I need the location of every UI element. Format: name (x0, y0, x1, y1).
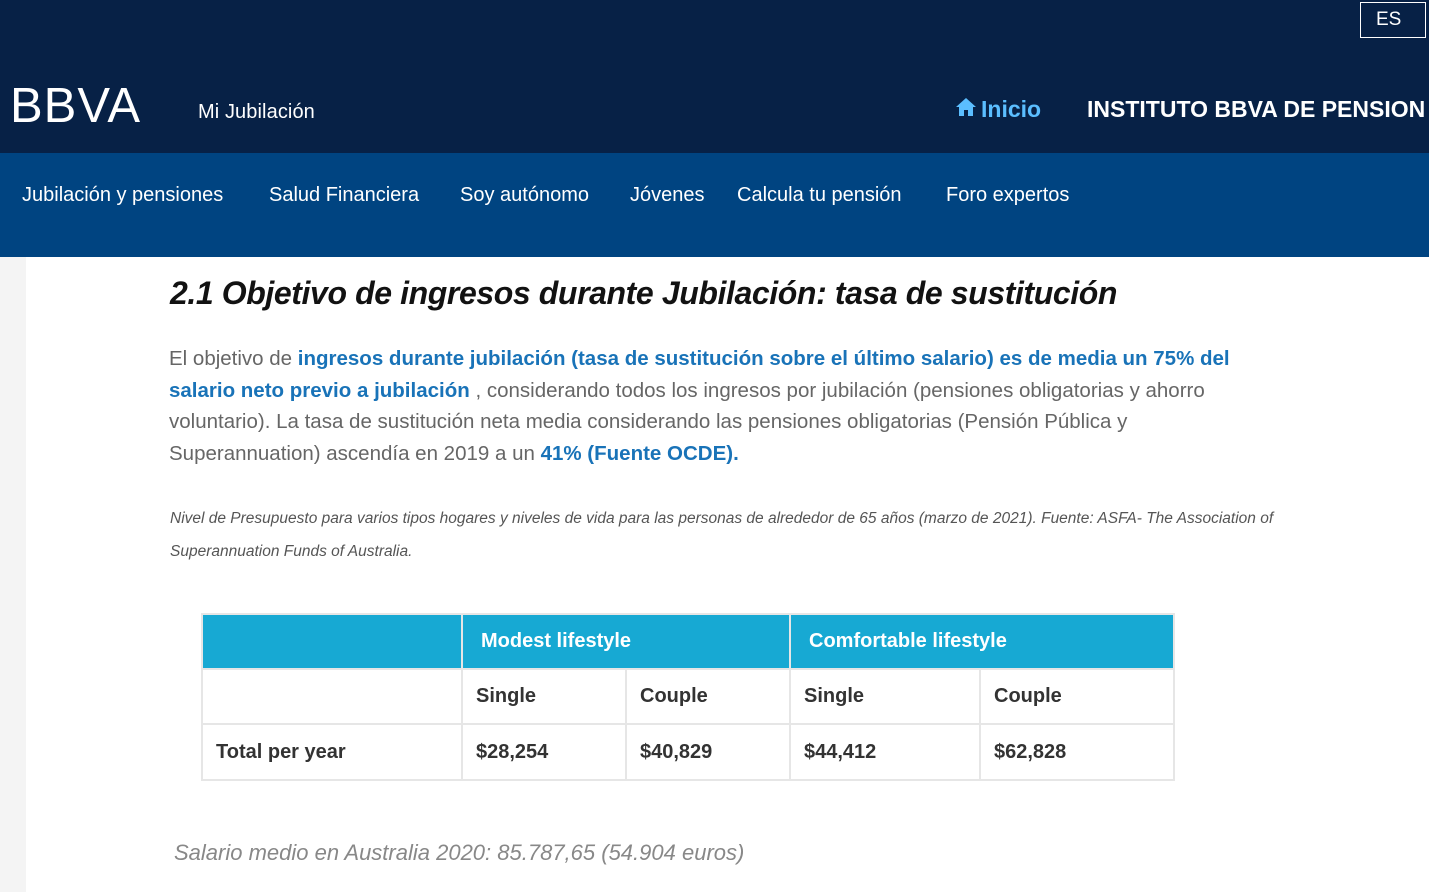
language-selector[interactable]: ES (1360, 2, 1426, 38)
table-cell: $62,828 (979, 723, 1175, 781)
para-highlight-2: 41% (Fuente OCDE). (540, 441, 739, 465)
nav-item-foro-expertos[interactable]: Foro expertos (946, 184, 1069, 207)
table-cell: $28,254 (461, 723, 627, 781)
bbva-logo[interactable]: BBVA (10, 79, 160, 133)
table-group-comfortable: Comfortable lifestyle (789, 613, 1175, 670)
table-header-row: Modest lifestyle Comfortable lifestyle (201, 613, 1175, 670)
main-nav: Jubilación y pensiones Salud Financiera … (0, 153, 1429, 257)
table-row: Total per year $28,254 $40,829 $44,412 $… (201, 723, 1175, 781)
table-row-label: Total per year (201, 723, 463, 781)
table-subheader-empty (201, 668, 463, 725)
home-link-label: Inicio (981, 96, 1042, 122)
section-heading: 2.1 Objetivo de ingresos durante Jubilac… (170, 275, 1118, 311)
table-cell: $44,412 (789, 723, 981, 781)
nav-item-autonomo[interactable]: Soy autónomo (460, 184, 589, 207)
table-subheader: Single (461, 668, 627, 725)
brand-text: BBVA (10, 80, 141, 124)
nav-item-calcula-pension[interactable]: Calcula tu pensión (737, 184, 902, 207)
home-icon (955, 96, 977, 123)
site-title: Mi Jubilación (198, 101, 315, 123)
nav-item-jovenes[interactable]: Jóvenes (630, 184, 705, 207)
salary-note: Salario medio en Australia 2020: 85.787,… (174, 840, 745, 865)
nav-item-salud-financiera[interactable]: Salud Financiera (269, 184, 419, 207)
table-header-empty (201, 613, 463, 670)
intro-paragraph: El objetivo de ingresos durante jubilaci… (169, 343, 1279, 469)
table-subheader: Couple (625, 668, 791, 725)
table-subheader-row: Single Couple Single Couple (201, 668, 1175, 725)
table-cell: $40,829 (625, 723, 791, 781)
para-text-1: El objetivo de (169, 347, 298, 370)
institute-link[interactable]: INSTITUTO BBVA DE PENSION (1087, 96, 1425, 123)
nav-item-jubilacion[interactable]: Jubilación y pensiones (22, 184, 223, 207)
table-group-modest: Modest lifestyle (461, 613, 791, 670)
table-caption: Nivel de Presupuesto para varios tipos h… (170, 510, 1274, 560)
top-header: ES BBVA Mi Jubilación Inicio INSTITUTO B… (0, 0, 1429, 153)
table-subheader: Couple (979, 668, 1175, 725)
table-subheader: Single (789, 668, 981, 725)
asfa-budget-table: Modest lifestyle Comfortable lifestyle S… (201, 613, 1175, 781)
home-link[interactable]: Inicio (955, 96, 1041, 123)
